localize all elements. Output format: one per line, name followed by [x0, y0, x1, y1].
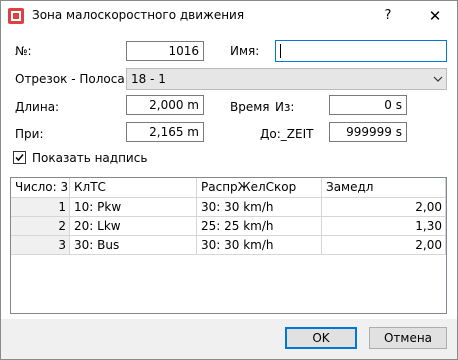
- chevron-down-icon: [433, 76, 443, 82]
- length-label: Длина:: [15, 100, 60, 114]
- button-bar: OK Отмена: [1, 319, 457, 359]
- text-caret: [280, 44, 281, 58]
- cell-vehicle-class[interactable]: 30: Bus: [70, 236, 197, 255]
- segment-label: Отрезок - Полоса:: [15, 72, 129, 86]
- cell-decel[interactable]: 1,30: [322, 217, 446, 236]
- cell-vehicle-class[interactable]: 20: Lkw: [70, 217, 197, 236]
- segment-dropdown[interactable]: 18 - 1: [126, 68, 447, 90]
- cell-decel[interactable]: 2,00: [322, 236, 446, 255]
- from-field[interactable]: 0 s: [329, 95, 407, 115]
- cell-speed-distribution[interactable]: 30: 30 km/h: [197, 198, 322, 217]
- segment-value: 18 - 1: [131, 72, 166, 86]
- cell-decel[interactable]: 2,00: [322, 198, 446, 217]
- length-field[interactable]: 2,000 m: [126, 95, 204, 115]
- name-field[interactable]: [275, 40, 447, 62]
- show-label-checkbox[interactable]: [13, 151, 26, 164]
- cell-vehicle-class[interactable]: 10: Pkw: [70, 198, 197, 217]
- help-button[interactable]: ?: [374, 5, 402, 27]
- row-number[interactable]: 2: [11, 217, 70, 236]
- cell-speed-distribution[interactable]: 30: 30 km/h: [197, 236, 322, 255]
- window-title: Зона малоскоростного движения: [32, 8, 245, 22]
- at-field[interactable]: 2,165 m: [126, 122, 204, 142]
- row-number[interactable]: 1: [11, 198, 70, 217]
- to-field[interactable]: 999999 s: [329, 122, 407, 142]
- to-label: До:_ZEIT: [260, 127, 314, 141]
- ok-button[interactable]: OK: [285, 327, 357, 349]
- vehicle-class-table: Число: 3 КлТС РаспрЖелСкор Замедл 1 10: …: [10, 177, 447, 314]
- name-label: Имя:: [230, 44, 260, 58]
- column-header-decel[interactable]: Замедл: [322, 178, 446, 198]
- column-header-speed-distribution[interactable]: РаспрЖелСкор: [197, 178, 322, 198]
- dialog-window: Зона малоскоростного движения ? ✕ №: 101…: [0, 0, 458, 360]
- column-header-vehicle-class[interactable]: КлТС: [70, 178, 197, 198]
- at-label: При:: [15, 127, 44, 141]
- close-button[interactable]: ✕: [421, 5, 449, 27]
- number-field[interactable]: 1016: [126, 41, 204, 61]
- column-header-count[interactable]: Число: 3: [11, 178, 70, 198]
- number-label: №:: [15, 44, 32, 58]
- app-icon: [8, 8, 24, 24]
- show-label-text[interactable]: Показать надпись: [32, 151, 147, 165]
- cancel-button[interactable]: Отмена: [369, 327, 447, 349]
- from-label: Из:: [275, 100, 295, 114]
- time-label: Время: [230, 100, 270, 114]
- row-number[interactable]: 3: [11, 236, 70, 255]
- title-bar[interactable]: Зона малоскоростного движения ? ✕: [1, 1, 457, 31]
- cell-speed-distribution[interactable]: 25: 25 km/h: [197, 217, 322, 236]
- checkmark-icon: [15, 154, 24, 162]
